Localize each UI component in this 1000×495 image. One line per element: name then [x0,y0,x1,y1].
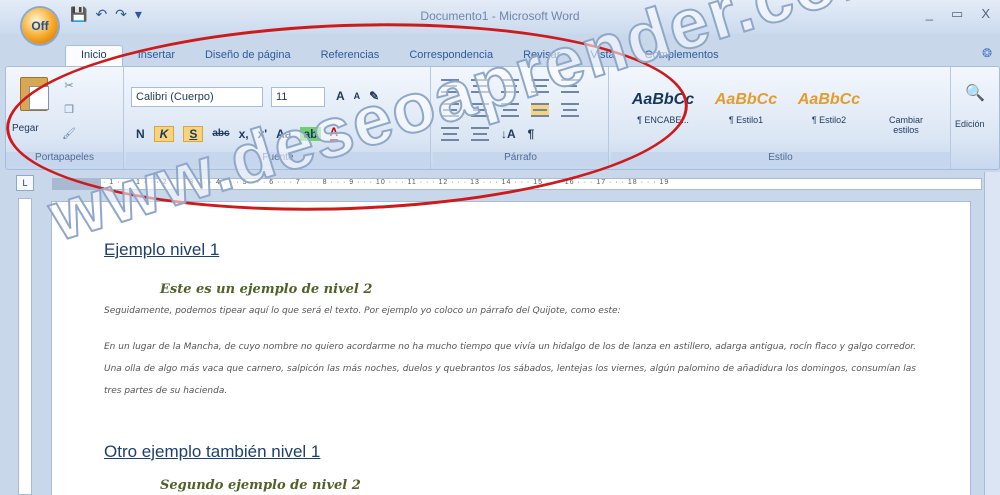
minimize-button[interactable]: _ [926,6,933,22]
ribbon-tabs: Inicio Insertar Diseño de página Referen… [65,42,734,66]
style-estilo2[interactable]: AaBbCc ¶ Estilo2 [789,75,869,135]
increase-indent-icon[interactable] [561,79,579,93]
align-left-icon[interactable] [441,103,459,117]
bold-button[interactable]: N [136,127,145,141]
editing-button[interactable]: Edición [955,119,985,129]
style-name: ¶ ENCABE... [637,115,689,125]
find-icon[interactable]: 🔍 [965,83,985,103]
decrease-indent-icon[interactable] [531,79,549,93]
clipboard-group: Pegar ✂ ❐ 🖌 Portapapeles [6,67,124,169]
title-bar: 💾 ↶ ↷ ▾ Documento1 - Microsoft Word _ ▭ … [0,0,1000,34]
ruler-marks: · 1 · · · 1 · · · 2 · · · 3 · · · 4 · · … [103,179,670,186]
sort-icon[interactable]: ↓A [501,127,516,141]
vertical-ruler[interactable] [18,198,32,495]
bullets-icon[interactable] [441,79,459,93]
style-encabezado[interactable]: AaBbCc ¶ ENCABE... [623,75,703,135]
editing-group: 🔍 Edición [953,67,999,169]
clipboard-group-label: Portapapeles [6,152,123,167]
horizontal-ruler[interactable]: · 1 · · · 1 · · · 2 · · · 3 · · · 4 · · … [52,178,982,190]
font-group-label: Fuente [126,152,430,167]
line-spacing-icon[interactable] [561,103,579,117]
shrink-font-button[interactable]: A [354,91,361,101]
paragraph-group-label: Párrafo [433,152,608,167]
styles-group: AaBbCc ¶ ENCABE... AaBbCc ¶ Estilo1 AaBb… [611,67,951,169]
document-page[interactable]: Ejemplo nivel 1 Este es un ejemplo de ni… [52,202,970,495]
paste-button[interactable]: Pegar [12,123,39,134]
horizontal-ruler-area: L · 1 · · · 1 · · · 2 · · · 3 · · · 4 · … [0,172,1000,194]
tab-selector-icon[interactable]: L [16,175,34,191]
heading-2-a: Este es un ejemplo de nivel 2 [160,282,373,297]
paragraph-group: ↓A ¶ Párrafo [433,67,609,169]
ribbon: Pegar ✂ ❐ 🖌 Portapapeles Calibri (Cuerpo… [5,66,1000,170]
tab-complementos[interactable]: Complementos [630,46,734,66]
style-sample: AaBbCc [797,91,861,108]
tab-diseno-de-pagina[interactable]: Diseño de página [190,46,306,66]
style-sample: AaBbCc [631,91,695,108]
heading-1-a: Ejemplo nivel 1 [104,240,220,259]
grow-font-button[interactable]: A [336,89,345,103]
multilevel-list-icon[interactable] [501,79,519,93]
cut-icon[interactable]: ✂ [62,79,76,92]
show-formatting-icon[interactable]: ¶ [528,127,535,141]
numbering-icon[interactable] [471,79,489,93]
office-button[interactable]: Off [22,8,58,44]
heading-1-b: Otro ejemplo también nivel 1 [104,442,321,461]
window-controls: _ ▭ X [926,6,990,22]
tab-vista[interactable]: Vista [575,46,629,66]
change-case-button[interactable]: Aa [276,127,291,141]
heading-2-b: Segundo ejemplo de nivel 2 [160,478,361,493]
highlight-button[interactable]: ab [300,126,321,141]
copy-icon[interactable]: ❐ [62,103,76,116]
subscript-button[interactable]: x, [239,127,249,141]
borders-icon[interactable] [471,127,489,141]
styles-group-label: Estilo [611,152,950,167]
tab-inicio[interactable]: Inicio [65,45,123,66]
justify-icon[interactable] [531,103,549,117]
strikethrough-button[interactable]: abc [212,128,229,139]
paragraph-1: Seguidamente, podemos tipear aquí lo que… [104,306,621,316]
align-right-icon[interactable] [501,103,519,117]
help-icon[interactable]: ❂ [982,46,992,60]
align-center-icon[interactable] [471,103,489,117]
style-estilo1[interactable]: AaBbCc ¶ Estilo1 [706,75,786,135]
change-styles-button[interactable]: Cambiar estilos [876,115,936,135]
tab-insertar[interactable]: Insertar [123,46,190,66]
font-size-select[interactable]: 11 [271,87,325,107]
font-group: Calibri (Cuerpo) 11 A A ✎ N K S abc x, x… [126,67,431,169]
underline-button[interactable]: S [183,125,204,142]
tab-revisar[interactable]: Revisar [508,46,575,66]
shading-icon[interactable] [441,127,459,141]
font-name-select[interactable]: Calibri (Cuerpo) [131,87,263,107]
clear-format-button[interactable]: ✎ [369,89,379,103]
format-painter-icon[interactable]: 🖌 [62,127,76,140]
paragraph-2: En un lugar de la Mancha, de cuyo nombre… [104,342,916,396]
style-name: ¶ Estilo1 [728,115,764,125]
close-button[interactable]: X [981,6,990,22]
vertical-scrollbar[interactable] [984,172,1000,495]
superscript-button[interactable]: x' [258,127,268,141]
italic-button[interactable]: K [153,125,175,142]
style-name: ¶ Estilo2 [811,115,847,125]
maximize-button[interactable]: ▭ [951,6,963,22]
tab-referencias[interactable]: Referencias [306,46,395,66]
font-color-button[interactable]: A [329,125,339,142]
tab-correspondencia[interactable]: Correspondencia [394,46,508,66]
window-title: Documento1 - Microsoft Word [420,9,580,23]
style-sample: AaBbCc [714,91,778,108]
paste-icon[interactable] [20,77,49,111]
